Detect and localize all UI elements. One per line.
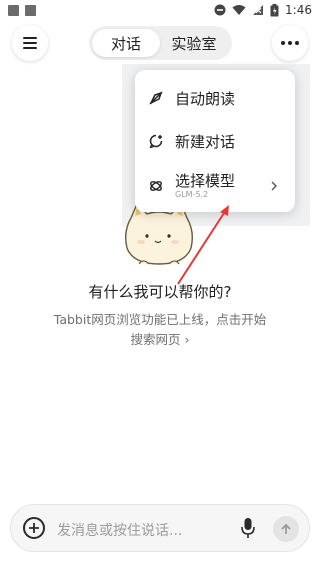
message-input[interactable]: 发消息或按住说话... [57, 520, 182, 540]
arrow-up-icon [281, 523, 291, 534]
menu-item-select-model[interactable]: 选择模型 GLM-5.2 [135, 164, 295, 208]
signal-icon [253, 5, 264, 15]
battery-icon [270, 3, 279, 16]
welcome-headline: 有什么我可以帮你的? [88, 283, 232, 301]
gallery-notification-icon [8, 5, 19, 16]
menu-item-label: 自动朗读 [175, 90, 236, 108]
auto-read-icon [149, 91, 163, 105]
menu-item-label: 选择模型 [175, 172, 236, 190]
hamburger-icon [23, 37, 37, 49]
new-chat-icon [149, 134, 163, 148]
menu-item-new-chat[interactable]: 新建对话 [135, 121, 295, 161]
more-menu: 自动朗读 新建对话 选择模型 GLM-5.2 [135, 70, 295, 212]
app-notification-icon [25, 5, 36, 16]
send-button[interactable] [273, 516, 299, 542]
wifi-icon [232, 5, 246, 15]
menu-item-auto-read[interactable]: 自动朗读 [135, 78, 295, 118]
model-icon [150, 181, 162, 191]
message-input-bar: 发消息或按住说话... [10, 504, 310, 552]
model-version-label: GLM-5.2 [175, 190, 209, 199]
plus-icon [29, 523, 39, 533]
dnd-icon [214, 4, 226, 16]
menu-button[interactable] [12, 25, 48, 61]
more-dots-icon [281, 41, 299, 45]
status-bar: 1:46 [0, 0, 320, 24]
microphone-icon[interactable] [241, 517, 255, 539]
add-attachment-button[interactable] [23, 517, 45, 539]
tab-chat[interactable]: 对话 [92, 29, 160, 57]
browse-tip-link[interactable]: Tabbit网页浏览功能已上线，点击开始搜索网页 › [50, 310, 270, 350]
menu-item-label: 新建对话 [175, 133, 236, 151]
more-button[interactable] [272, 25, 308, 61]
mode-tabs: 对话 实验室 [89, 26, 232, 60]
chevron-right-icon [271, 181, 277, 191]
clock: 1:46 [285, 3, 312, 17]
tab-lab[interactable]: 实验室 [160, 29, 228, 57]
